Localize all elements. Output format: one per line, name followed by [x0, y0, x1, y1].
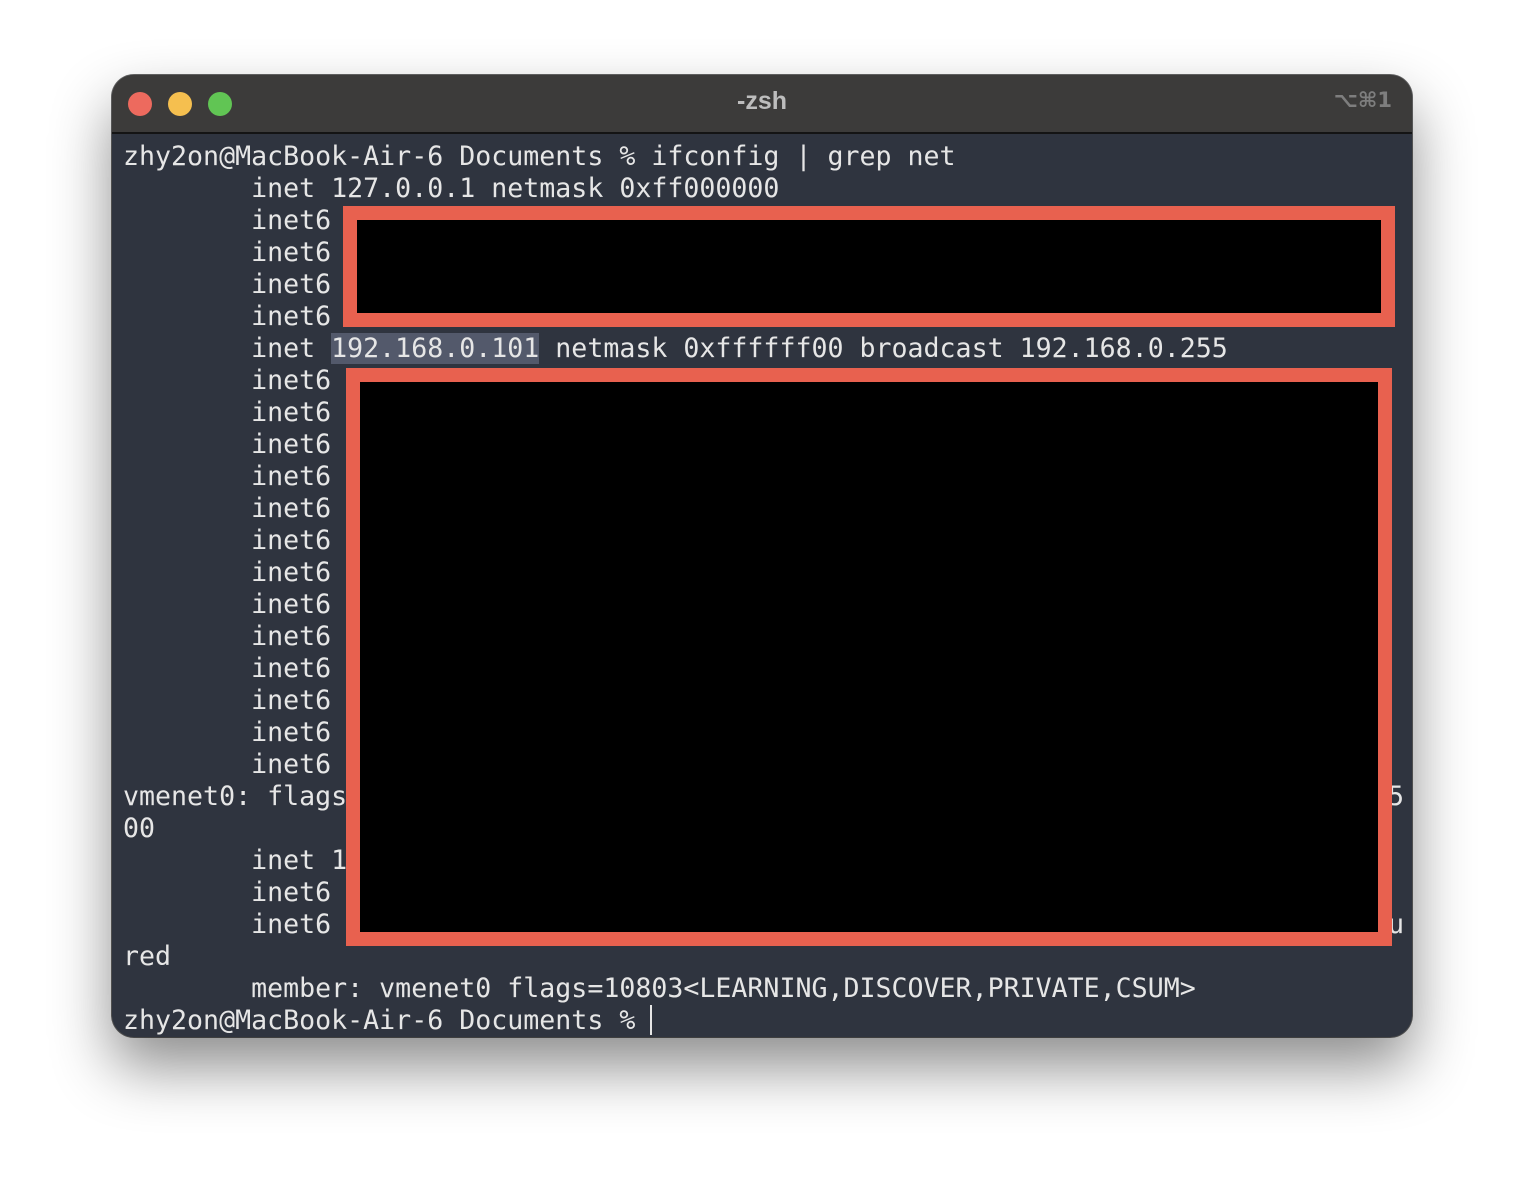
output-line: inet6 — [123, 877, 332, 908]
output-line: 00 — [123, 813, 156, 844]
output-line: inet6 — [123, 589, 332, 620]
output-line: inet6 — [123, 365, 332, 396]
output-line: inet6 — [123, 525, 332, 556]
output-line: inet6 — [123, 717, 332, 748]
title-bar[interactable]: -zsh ⌥⌘1 — [112, 75, 1412, 134]
output-line: inet6 — [123, 397, 332, 428]
output-line: vmenet0: flags — [123, 781, 348, 812]
output-line: inet6 — [123, 461, 332, 492]
output-line: inet 127.0.0.1 netmask 0xff000000 — [123, 173, 780, 204]
output-line: inet6 — [123, 205, 332, 236]
output-line: inet6 — [123, 909, 332, 940]
output-line: inet6 — [123, 429, 332, 460]
output-line: inet6 — [123, 621, 332, 652]
ip-line-prefix: inet — [123, 333, 332, 364]
terminal-output[interactable]: zhy2on@MacBook-Air-6 Documents % ifconfi… — [112, 134, 1412, 1037]
output-line: inet6 — [123, 653, 332, 684]
window-shortcut-hint: ⌥⌘1 — [1333, 88, 1392, 112]
ip-line-suffix: netmask 0xffffff00 broadcast 192.168.0.2… — [539, 333, 1228, 364]
output-line-ip: inet 192.168.0.101 netmask 0xffffff00 br… — [123, 333, 1228, 365]
output-line: inet6 — [123, 493, 332, 524]
output-line: inet6 — [123, 557, 332, 588]
redaction-box-top — [343, 206, 1395, 327]
redaction-box-bottom — [346, 368, 1392, 946]
selected-ip-address[interactable]: 192.168.0.101 — [331, 333, 540, 364]
output-line: inet 1 — [123, 845, 348, 876]
output-line: red — [123, 941, 172, 972]
text-cursor — [650, 1005, 652, 1035]
prompt-line: zhy2on@MacBook-Air-6 Documents % — [123, 1005, 652, 1036]
output-line: inet6 — [123, 269, 332, 300]
output-line: inet6 — [123, 685, 332, 716]
output-line: inet6 — [123, 749, 332, 780]
window-title: -zsh — [737, 87, 787, 115]
output-line: inet6 — [123, 301, 332, 332]
output-line: inet6 — [123, 237, 332, 268]
terminal-window: -zsh ⌥⌘1 zhy2on@MacBook-Air-6 Documents … — [112, 75, 1412, 1037]
output-line: member: vmenet0 flags=10803<LEARNING,DIS… — [123, 973, 1196, 1004]
command-line: zhy2on@MacBook-Air-6 Documents % ifconfi… — [123, 141, 956, 172]
